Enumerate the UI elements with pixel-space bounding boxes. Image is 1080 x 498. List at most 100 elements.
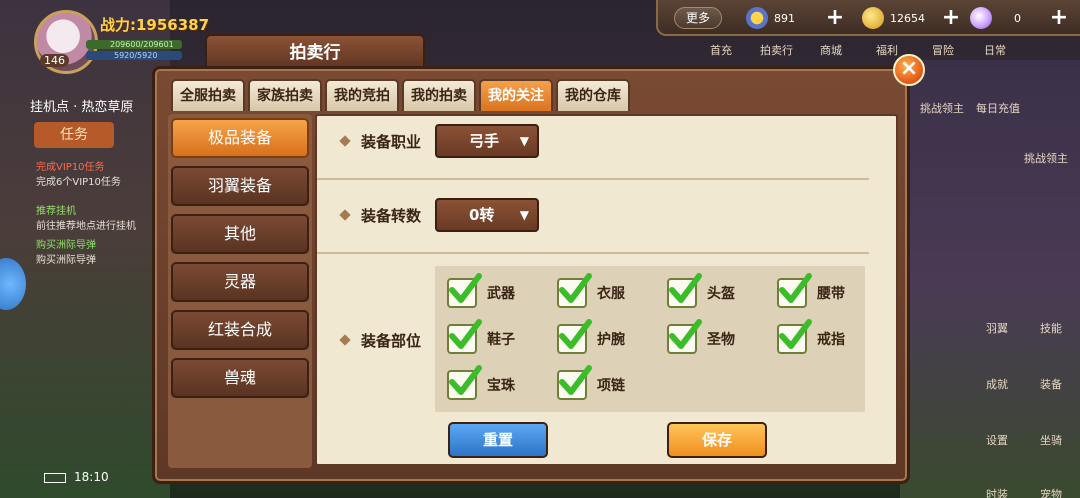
part-label: 头盔 xyxy=(707,286,735,302)
category-other[interactable]: 其他 xyxy=(171,214,309,254)
resource-bar: 更多 891 + 12654 + 0 + xyxy=(656,0,1080,36)
part-bracer[interactable]: 护腕 xyxy=(557,319,625,354)
save-button[interactable]: 保存 xyxy=(667,422,767,458)
status-bar: 18:10 xyxy=(44,470,109,484)
part-label: 腰带 xyxy=(817,286,845,302)
menu-equipment[interactable]: 装备 xyxy=(1040,376,1062,392)
task-tab[interactable]: 任务 xyxy=(34,122,114,148)
job-label: 装备职业 xyxy=(361,133,422,151)
part-label: 戒指 xyxy=(817,332,845,348)
menu-adventure[interactable]: 冒险 xyxy=(932,42,954,58)
part-clothes[interactable]: 衣服 xyxy=(557,273,625,308)
menu-wings[interactable]: 羽翼 xyxy=(986,320,1008,336)
checkbox[interactable] xyxy=(447,319,482,354)
checkbox[interactable] xyxy=(447,365,482,400)
close-button[interactable]: × xyxy=(893,54,925,86)
checkbox[interactable] xyxy=(557,319,592,354)
menu-achievement[interactable]: 成就 xyxy=(986,376,1008,392)
part-weapon[interactable]: 武器 xyxy=(447,273,515,308)
check-icon xyxy=(449,273,482,303)
check-icon xyxy=(779,319,812,349)
checkbox[interactable] xyxy=(667,273,702,308)
check-icon xyxy=(669,273,702,303)
coin-value: 12654 xyxy=(890,11,925,25)
part-label: 衣服 xyxy=(597,286,625,302)
menu-pet[interactable]: 宠物 xyxy=(1040,486,1062,498)
category-red-synthesis[interactable]: 红装合成 xyxy=(171,310,309,350)
menu-first-recharge[interactable]: 首充 xyxy=(710,42,732,58)
mp-bar: 5920/5920 xyxy=(86,51,182,60)
task-list: 完成VIP10任务 完成6个VIP10任务 推荐挂机 前往推荐地点进行挂机 购买… xyxy=(36,160,166,268)
tab-my-watchlist[interactable]: 我的关注 xyxy=(479,79,553,111)
menu-fashion[interactable]: 时装 xyxy=(986,486,1008,498)
checkbox[interactable] xyxy=(557,273,592,308)
checkbox[interactable] xyxy=(667,319,702,354)
checkbox[interactable] xyxy=(777,319,812,354)
check-icon xyxy=(449,319,482,349)
tab-family-auction[interactable]: 家族拍卖 xyxy=(248,79,322,111)
job-dropdown[interactable]: 弓手 ▼ xyxy=(435,124,539,158)
task-title[interactable]: 完成VIP10任务 xyxy=(36,160,166,175)
medal-resource: 891 + xyxy=(746,6,846,30)
chevron-down-icon: ▼ xyxy=(519,134,529,148)
category-beast-soul[interactable]: 兽魂 xyxy=(171,358,309,398)
part-orb[interactable]: 宝珠 xyxy=(447,365,515,400)
auction-tabs: 全服拍卖 家族拍卖 我的竞拍 我的拍卖 我的关注 我的仓库 xyxy=(171,79,630,111)
menu-daily[interactable]: 日常 xyxy=(984,42,1006,58)
category-wing-equipment[interactable]: 羽翼装备 xyxy=(171,166,309,206)
coin-resource: 12654 + xyxy=(862,6,962,30)
hang-point-label[interactable]: 挂机点 · 热恋草原 xyxy=(30,96,133,115)
menu-mount[interactable]: 坐骑 xyxy=(1040,432,1062,448)
part-necklace[interactable]: 项链 xyxy=(557,365,625,400)
checkbox[interactable] xyxy=(777,273,812,308)
part-helmet[interactable]: 头盔 xyxy=(667,273,735,308)
check-icon xyxy=(559,273,592,303)
chevron-down-icon: ▼ xyxy=(519,208,529,222)
gem-resource: 0 + xyxy=(970,6,1070,30)
part-label: 鞋子 xyxy=(487,332,515,348)
checkbox[interactable] xyxy=(447,273,482,308)
check-icon xyxy=(449,365,482,395)
category-top-equipment[interactable]: 极品装备 xyxy=(171,118,309,158)
divider xyxy=(317,178,869,180)
part-belt[interactable]: 腰带 xyxy=(777,273,845,308)
add-gem-button[interactable]: + xyxy=(1048,7,1070,29)
part-ring[interactable]: 戒指 xyxy=(777,319,845,354)
checkbox[interactable] xyxy=(557,365,592,400)
menu-shop[interactable]: 商城 xyxy=(820,42,842,58)
medal-icon xyxy=(746,7,768,29)
bullet-icon xyxy=(339,334,351,346)
check-icon xyxy=(559,319,592,349)
tab-server-auction[interactable]: 全服拍卖 xyxy=(171,79,245,111)
menu-challenge-boss[interactable]: 挑战领主 xyxy=(920,100,964,116)
menu-settings[interactable]: 设置 xyxy=(986,432,1008,448)
menu-skills[interactable]: 技能 xyxy=(1040,320,1062,336)
task-desc: 完成6个VIP10任务 xyxy=(36,177,121,188)
reset-button[interactable]: 重置 xyxy=(448,422,548,458)
filter-panel: 装备职业 弓手 ▼ 装备转数 0转 ▼ 装备部位 武器 衣服 头盔 腰带 鞋子 … xyxy=(315,114,898,466)
menu-daily-recharge[interactable]: 每日充值 xyxy=(976,100,1020,116)
part-label: 项链 xyxy=(597,378,625,394)
bullet-icon xyxy=(339,135,351,147)
tab-my-auctions[interactable]: 我的拍卖 xyxy=(402,79,476,111)
menu-challenge-boss-2[interactable]: 挑战领主 xyxy=(1024,150,1068,166)
more-button[interactable]: 更多 xyxy=(674,7,722,29)
part-relic[interactable]: 圣物 xyxy=(667,319,735,354)
task-title[interactable]: 推荐挂机 xyxy=(36,204,166,219)
part-label: 武器 xyxy=(487,286,515,302)
rebirth-label: 装备转数 xyxy=(361,207,422,225)
coin-icon xyxy=(862,7,884,29)
menu-welfare[interactable]: 福利 xyxy=(876,42,898,58)
add-coin-button[interactable]: + xyxy=(940,7,962,29)
gem-icon xyxy=(970,7,992,29)
tab-my-warehouse[interactable]: 我的仓库 xyxy=(556,79,630,111)
category-spirit-weapon[interactable]: 灵器 xyxy=(171,262,309,302)
part-shoes[interactable]: 鞋子 xyxy=(447,319,515,354)
task-title[interactable]: 购买洲际导弹 xyxy=(36,238,166,253)
tab-my-bids[interactable]: 我的竞拍 xyxy=(325,79,399,111)
player-level: 146 xyxy=(40,54,69,67)
menu-auction[interactable]: 拍卖行 xyxy=(760,42,793,58)
part-label: 护腕 xyxy=(597,332,625,348)
rebirth-dropdown[interactable]: 0转 ▼ xyxy=(435,198,539,232)
add-medal-button[interactable]: + xyxy=(824,7,846,29)
